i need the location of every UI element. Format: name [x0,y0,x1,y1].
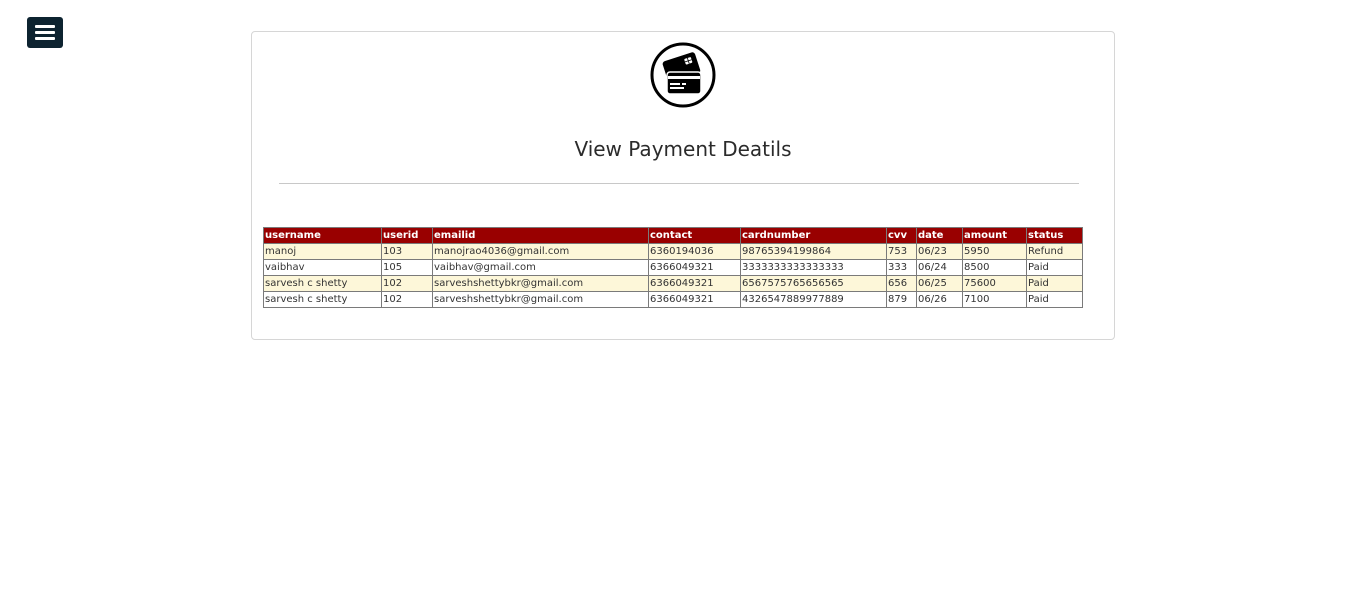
table-cell-contact: 6366049321 [648,259,741,276]
table-cell-userid: 103 [381,243,433,260]
table-cell-emailid: sarveshshettybkr@gmail.com [432,275,649,292]
table-cell-cvv: 879 [886,291,917,308]
table-cell-contact: 6366049321 [648,275,741,292]
table-cell-cvv: 333 [886,259,917,276]
table-cell-status: Paid [1026,291,1083,308]
table-cell-userid: 102 [381,291,433,308]
table-cell-date: 06/23 [916,243,963,260]
table-cell-amount: 8500 [962,259,1027,276]
credit-card-icon [650,42,716,108]
table-cell-emailid: manojrao4036@gmail.com [432,243,649,260]
table-cell-date: 06/25 [916,275,963,292]
table-cell-cvv: 753 [886,243,917,260]
hamburger-menu-button[interactable] [27,17,63,48]
table-cell-username: sarvesh c shetty [263,275,382,292]
table-cell-cardnumber: 3333333333333333 [740,259,887,276]
table-body: manoj 103 manojrao4036@gmail.com 6360194036… [263,243,1083,308]
table-cell-contact: 6360194036 [648,243,741,260]
table-cell-username: sarvesh c shetty [263,291,382,308]
column-header-username: username [263,227,382,244]
table-cell-amount: 7100 [962,291,1027,308]
column-header-date: date [916,227,963,244]
table-row: sarvesh c shetty 102 sarveshshettybkr@gmai… [263,291,1083,308]
table-cell-userid: 102 [381,275,433,292]
table-cell-date: 06/26 [916,291,963,308]
table-cell-userid: 105 [381,259,433,276]
table-cell-amount: 5950 [962,243,1027,260]
column-header-status: status [1026,227,1083,244]
table-cell-date: 06/24 [916,259,963,276]
table-cell-cvv: 656 [886,275,917,292]
table-cell-status: Refund [1026,243,1083,260]
payment-details-card: View Payment Deatils username userid email… [251,31,1115,340]
table-cell-amount: 75600 [962,275,1027,292]
table-cell-contact: 6366049321 [648,291,741,308]
page-title: View Payment Deatils [574,137,792,161]
table-row: manoj 103 manojrao4036@gmail.com 6360194036… [263,243,1083,260]
column-header-amount: amount [962,227,1027,244]
column-header-cvv: cvv [886,227,917,244]
table-cell-status: Paid [1026,275,1083,292]
table-cell-emailid: sarveshshettybkr@gmail.com [432,291,649,308]
column-header-cardnumber: cardnumber [740,227,887,244]
table-cell-username: manoj [263,243,382,260]
table-cell-status: Paid [1026,259,1083,276]
table-cell-emailid: vaibhav@gmail.com [432,259,649,276]
table-cell-username: vaibhav [263,259,382,276]
hamburger-menu-icon-bar [35,31,55,34]
table-header-row: username userid emailid contact cardnumber cv… [263,227,1083,244]
column-header-emailid: emailid [432,227,649,244]
column-header-userid: userid [381,227,433,244]
hamburger-menu-icon-bar [35,37,55,40]
table-cell-cardnumber: 98765394199864 [740,243,887,260]
column-header-contact: contact [648,227,741,244]
table-row: sarvesh c shetty 102 sarveshshettybkr@gmai… [263,275,1083,292]
table-cell-cardnumber: 6567575765656565 [740,275,887,292]
payments-table: username userid emailid contact cardnumber cv… [263,227,1083,308]
table-row: vaibhav 105 vaibhav@gmail.com 6366049321 333… [263,259,1083,276]
divider [279,183,1079,184]
table-cell-cardnumber: 4326547889977889 [740,291,887,308]
hamburger-menu-icon-bar [35,25,55,28]
